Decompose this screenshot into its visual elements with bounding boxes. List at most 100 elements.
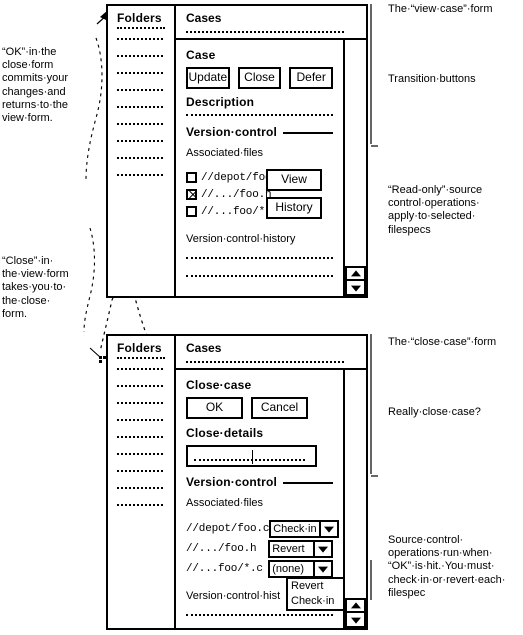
scroll-down-arrow-icon[interactable] — [345, 281, 366, 296]
version-control-history-label: Version·control·history — [186, 233, 296, 245]
annotation-transition-buttons: Transition·buttons — [388, 73, 476, 85]
close-folder-list[interactable] — [108, 368, 174, 521]
close-version-control-title: Version·control — [186, 475, 278, 489]
file-checkbox[interactable] — [186, 172, 197, 183]
update-button[interactable]: Update — [186, 67, 230, 89]
description-title: Description — [186, 95, 255, 109]
annotation-ok-commits: “OK”·in·the close·form commits·your chan… — [2, 46, 69, 125]
close-associated-files-list[interactable]: //depot/foo.c Check·in //.../foo.h Rever… — [186, 519, 343, 616]
version-control-rule — [283, 132, 333, 134]
close-form-scrollbar[interactable] — [345, 370, 366, 628]
close-button[interactable]: Close — [237, 67, 282, 89]
associated-files-area: //depot/foo.c //.../foo.h //...foo/*.c V… — [186, 169, 333, 227]
scrollbar-arrows[interactable] — [345, 266, 366, 296]
chevron-down-icon[interactable] — [313, 542, 331, 556]
case-section-title: Case — [186, 48, 216, 62]
view-cases-header: Cases — [176, 6, 366, 40]
list-item[interactable] — [117, 72, 163, 89]
close-associated-files-label: Associated·files — [186, 497, 264, 509]
list-item[interactable] — [117, 470, 163, 487]
view-folders-title-rule — [117, 25, 165, 29]
file-path: //depot/foo.c — [186, 523, 270, 535]
history-file-button[interactable]: History — [266, 197, 322, 219]
file-action-row[interactable]: //.../foo.h Revert — [186, 539, 333, 559]
view-folders-column[interactable]: Folders — [108, 6, 176, 296]
transition-button-row[interactable]: Update Close Defer — [186, 67, 334, 89]
file-action-select[interactable]: Check·in — [269, 520, 339, 538]
history-row[interactable] — [186, 257, 333, 259]
dropdown-option-checkin[interactable]: Check·in — [288, 594, 343, 609]
list-item[interactable] — [117, 174, 163, 191]
file-action-select-open[interactable]: (none) — [268, 560, 333, 578]
close-details-input[interactable] — [186, 445, 317, 467]
list-item[interactable] — [117, 106, 163, 123]
close-details-title: Close·details — [186, 426, 264, 440]
close-cases-title: Cases — [186, 341, 222, 355]
close-folders-title-rule — [117, 355, 165, 359]
close-cases-row[interactable] — [186, 361, 344, 363]
list-item[interactable] — [117, 89, 163, 106]
file-path: //...foo/*.c — [186, 563, 263, 575]
view-file-button[interactable]: View — [266, 169, 322, 191]
scroll-up-arrow-icon[interactable] — [345, 598, 366, 613]
view-cases-row[interactable] — [186, 31, 344, 33]
view-case-detail-pane: Case Update Close Defer Description Vers… — [176, 40, 366, 296]
scroll-up-arrow-icon[interactable] — [345, 266, 366, 281]
close-version-control-rule — [283, 482, 333, 484]
list-item[interactable] — [117, 38, 163, 55]
file-action-value: Revert — [272, 543, 305, 555]
list-item[interactable] — [117, 487, 163, 504]
view-cases-title: Cases — [186, 11, 222, 25]
annotation-really-close-case: Really·close·case? — [388, 406, 481, 418]
list-item[interactable] — [117, 436, 163, 453]
chevron-down-icon[interactable] — [318, 522, 337, 536]
list-item[interactable] — [117, 140, 163, 157]
file-action-row[interactable]: //depot/foo.c Check·in — [186, 519, 339, 539]
list-item[interactable] — [117, 453, 163, 470]
chevron-down-icon[interactable] — [313, 562, 331, 576]
confirm-button-row[interactable]: OK Cancel — [186, 397, 333, 419]
file-checkbox[interactable] — [186, 189, 197, 200]
list-item[interactable] — [117, 157, 163, 174]
list-item[interactable] — [117, 504, 163, 521]
close-case-detail-body: Close·case OK Cancel Close·details Versi… — [176, 370, 345, 628]
annotation-close-case-form: The·“close·case”·form — [388, 336, 497, 348]
list-item[interactable] — [117, 55, 163, 72]
history-row[interactable] — [186, 614, 333, 616]
ok-button[interactable]: OK — [186, 397, 243, 419]
scrollbar-arrows[interactable] — [345, 598, 366, 628]
list-item[interactable] — [117, 385, 163, 402]
view-case-form-window[interactable]: Folders Cases Case Update Close Defer De… — [106, 4, 368, 298]
version-control-heading: Version·control — [186, 125, 333, 139]
list-item[interactable] — [117, 419, 163, 436]
view-form-scrollbar[interactable] — [345, 40, 366, 296]
annotation-readonly-source-control: “Read-only”·source control·operations· a… — [388, 184, 483, 236]
close-folders-column[interactable]: Folders — [108, 336, 176, 628]
file-action-value: (none) — [272, 563, 304, 575]
history-row[interactable] — [186, 275, 333, 277]
list-item[interactable] — [117, 402, 163, 419]
defer-button[interactable]: Defer — [289, 67, 334, 89]
description-field[interactable] — [186, 114, 333, 116]
version-control-title: Version·control — [186, 125, 278, 139]
close-cases-column[interactable]: Cases Close·case OK Cancel Close·details — [176, 336, 366, 628]
view-folder-list[interactable] — [108, 38, 174, 191]
file-action-select[interactable]: Revert — [268, 540, 333, 558]
close-folders-title: Folders — [117, 341, 162, 355]
list-item[interactable] — [117, 368, 163, 385]
file-action-buttons[interactable]: View History — [266, 169, 322, 225]
file-action-value: Check·in — [273, 523, 317, 535]
left-anno-1-leader — [85, 37, 103, 181]
file-checkbox[interactable] — [186, 206, 197, 217]
text-caret — [251, 450, 253, 464]
view-cases-column[interactable]: Cases Case Update Close Defer Descriptio… — [176, 6, 366, 296]
view-case-detail-body: Case Update Close Defer Description Vers… — [176, 40, 345, 296]
scroll-down-arrow-icon[interactable] — [345, 613, 366, 628]
file-action-row[interactable]: //...foo/*.c (none) Revert Check·in — [186, 559, 343, 611]
close-details-placeholder-dots — [194, 459, 305, 461]
list-item[interactable] — [117, 123, 163, 140]
cancel-button[interactable]: Cancel — [251, 397, 308, 419]
dropdown-option-revert[interactable]: Revert — [288, 579, 343, 594]
file-action-dropdown-options[interactable]: Revert Check·in — [286, 577, 343, 611]
close-case-form-window[interactable]: Folders Cases Close·case OK Cancel Close… — [106, 334, 368, 630]
